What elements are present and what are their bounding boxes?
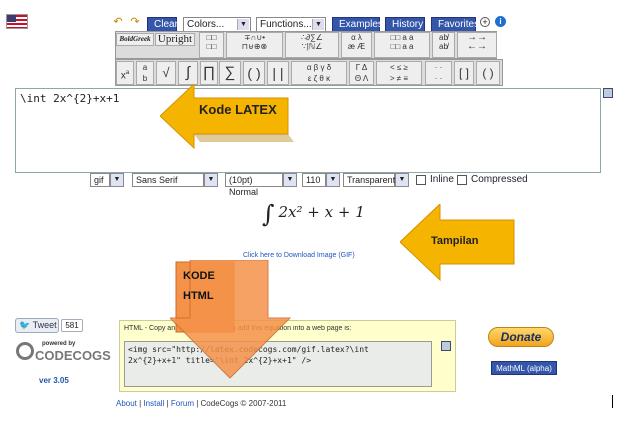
copy-html-icon[interactable] <box>441 341 451 351</box>
kode-html-label: KODE HTML <box>183 266 215 306</box>
codecogs-logo-text: CODECOGS <box>35 348 111 363</box>
copy-icon[interactable] <box>603 88 613 98</box>
download-image-link[interactable]: Click here to Download Image (GIF) <box>243 252 355 259</box>
add-favorite-icon[interactable]: + <box>480 17 490 27</box>
latex-editor-textarea[interactable]: \int 2x^{2}+x+1 <box>15 88 601 173</box>
footer: About | Install | Forum | CodeCogs © 200… <box>116 399 287 408</box>
colors-select[interactable]: Colors... ▼ <box>183 17 251 32</box>
version-label: ver 3.05 <box>39 376 69 385</box>
powered-by-label: powered by <box>42 341 76 347</box>
inline-label: Inline <box>430 174 454 185</box>
text-cursor <box>612 395 613 408</box>
examples-button[interactable]: Examples <box>332 17 383 32</box>
donate-button[interactable]: Donate <box>488 327 554 347</box>
parentheses-button[interactable]: ( ) <box>243 61 265 85</box>
colors-select-value: Colors... <box>187 19 225 30</box>
absolute-button[interactable]: | | <box>267 61 289 85</box>
tweet-count: 581 <box>61 319 83 332</box>
relations-group[interactable]: < ≤ ≥ > ≠ ≡ <box>376 61 422 85</box>
kode-latex-label: Kode LATEX <box>199 102 277 117</box>
fraction-button[interactable]: ab <box>136 61 154 85</box>
upright-button[interactable]: Upright <box>155 33 195 46</box>
copyright-text: CodeCogs © 2007-2011 <box>200 399 287 408</box>
install-link[interactable]: Install <box>143 399 164 408</box>
format-select[interactable]: gif <box>90 173 110 187</box>
favorites-button[interactable]: Favorites <box>431 17 479 32</box>
product-button[interactable]: ∏ <box>200 61 218 85</box>
kode-html-line2: HTML <box>183 290 214 302</box>
root-button[interactable]: √ <box>156 61 176 85</box>
tweet-label: Tweet <box>32 320 57 330</box>
rendered-formula: ∫ 2x² + x + 1 <box>262 200 365 228</box>
tweet-button[interactable]: 🐦 Tweet <box>15 318 59 333</box>
symbol-group-cancel[interactable]: ab̸ ab̸ <box>432 32 455 58</box>
language-flag-icon[interactable] <box>6 14 28 29</box>
greek-upper-group[interactable]: Γ ΔΘ Λ <box>349 61 374 85</box>
codecogs-gear-icon <box>16 342 34 360</box>
chevron-down-icon[interactable]: ▼ <box>204 173 218 187</box>
sum-button[interactable]: ∑ <box>219 61 241 85</box>
forum-link[interactable]: Forum <box>171 399 194 408</box>
undo-icon[interactable]: ↶ <box>111 16 125 30</box>
history-button[interactable]: History <box>385 17 425 32</box>
dots-group[interactable]: · · · · <box>425 61 452 85</box>
inline-checkbox[interactable] <box>416 175 426 185</box>
symbol-group-arrows[interactable]: →→ ←→ <box>457 32 497 58</box>
font-select[interactable]: Sans Serif <box>132 173 204 187</box>
functions-select[interactable]: Functions... ▼ <box>256 17 326 32</box>
chevron-down-icon[interactable]: ▼ <box>110 173 124 187</box>
info-icon[interactable]: i <box>495 16 506 27</box>
superscript-button[interactable]: xa <box>116 61 134 85</box>
mathml-button[interactable]: MathML (alpha) <box>491 361 557 375</box>
chevron-down-icon[interactable]: ▼ <box>395 173 409 187</box>
greek-lower-group[interactable]: α β γ δε ζ θ κ <box>291 61 347 85</box>
compressed-label: Compressed <box>471 174 528 185</box>
size-select[interactable]: (10pt) Normal <box>225 173 283 197</box>
matrix-bracket-button[interactable]: [ ] <box>454 61 474 85</box>
kode-html-line1: KODE <box>183 270 215 282</box>
formula-body: 2x² + x + 1 <box>278 203 365 221</box>
chevron-down-icon[interactable]: ▼ <box>283 173 297 187</box>
twitter-bird-icon: 🐦 <box>19 320 31 330</box>
symbol-group-derivatives[interactable]: ∴∂∑∠ ∵|ℕ∠ <box>285 32 339 58</box>
symbol-group-operators[interactable]: ∓∩∪• ⊓⊎⊕⊗ <box>226 32 283 58</box>
dpi-select[interactable]: 110 <box>302 173 326 187</box>
chevron-down-icon[interactable]: ▼ <box>326 173 340 187</box>
chevron-down-icon: ▼ <box>237 19 249 30</box>
binomial-button[interactable]: ( ) <box>476 61 500 85</box>
tampilan-label: Tampilan <box>431 235 479 247</box>
symbol-group-accents[interactable]: α λæ Æ <box>341 32 372 58</box>
kode-latex-arrow <box>160 84 294 150</box>
functions-select-value: Functions... <box>260 19 312 30</box>
integral-sign: ∫ <box>262 200 275 228</box>
compressed-checkbox[interactable] <box>457 175 467 185</box>
integral-button[interactable]: ∫ <box>178 61 198 85</box>
chevron-down-icon: ▼ <box>312 19 324 30</box>
background-select[interactable]: Transparent <box>343 173 395 187</box>
boldgreek-button[interactable]: BoldGreek <box>116 33 154 46</box>
clear-button[interactable]: Clear <box>147 17 178 32</box>
symbol-group-matrix[interactable]: □□ a a □□ a a <box>374 32 430 58</box>
redo-icon[interactable]: ↷ <box>128 16 142 30</box>
symbol-group-brackets[interactable]: □□ □□ <box>199 32 224 58</box>
about-link[interactable]: About <box>116 399 137 408</box>
